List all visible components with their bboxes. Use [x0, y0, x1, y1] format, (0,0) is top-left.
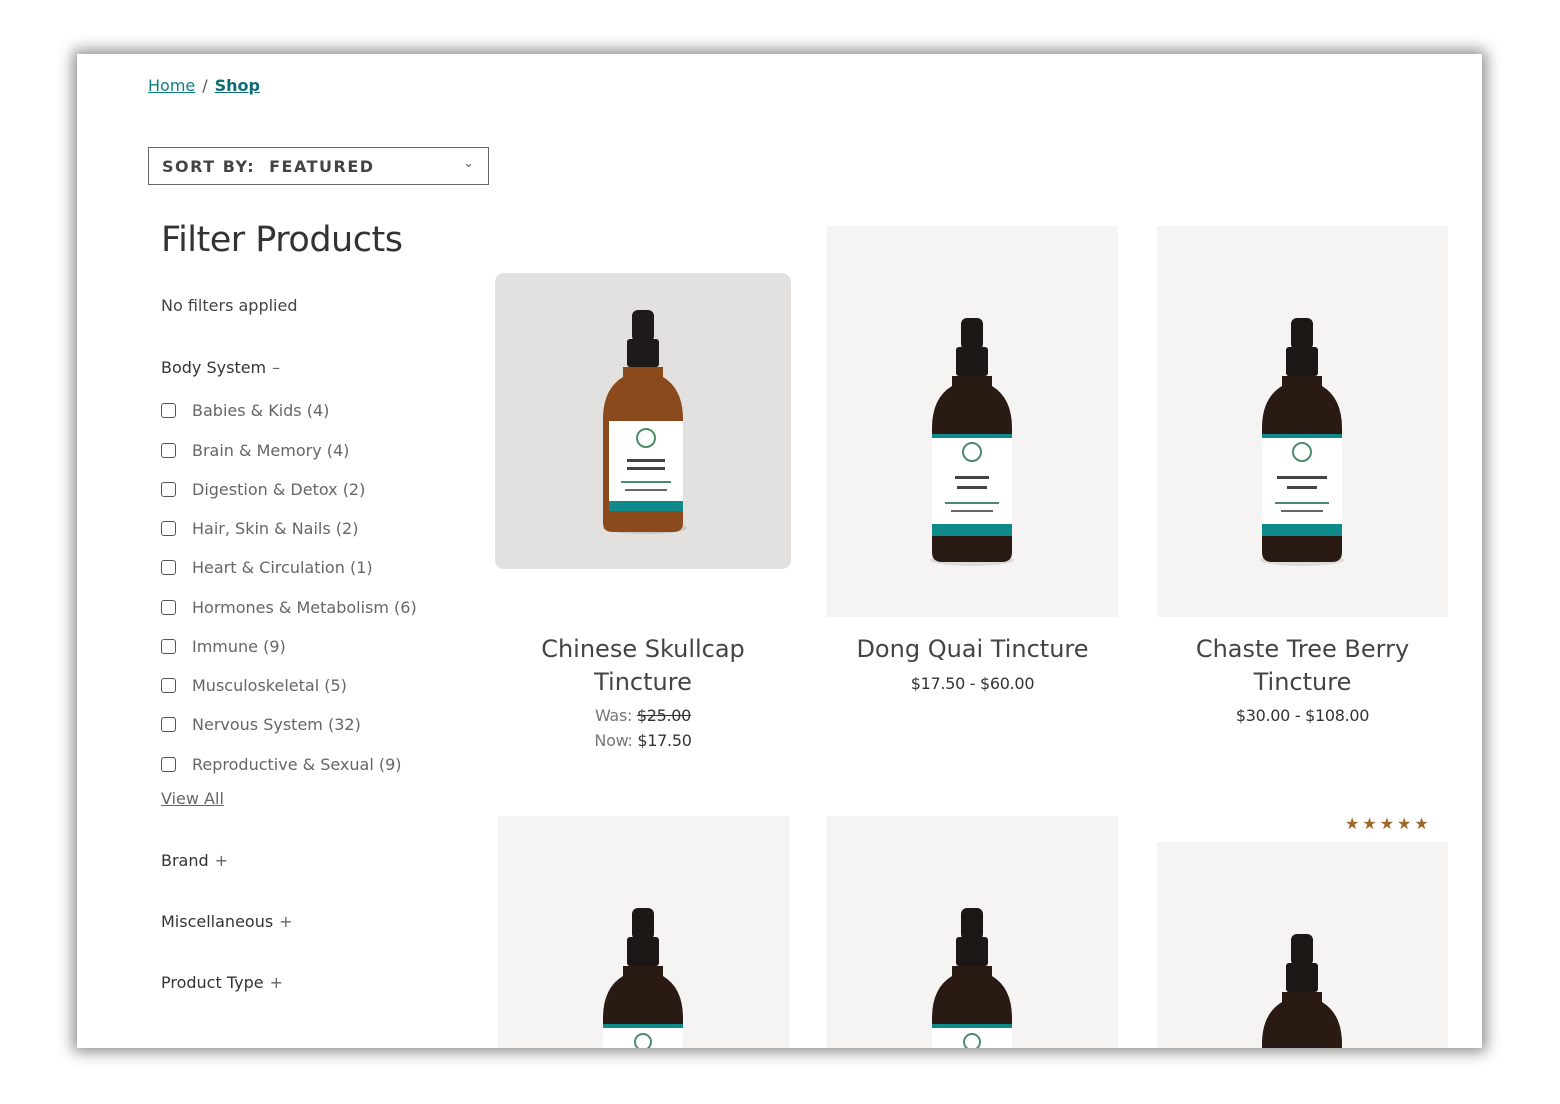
filter-checkbox-reproductive-sexual[interactable]: Reproductive & Sexual (9): [161, 753, 402, 775]
sort-value: FEATURED: [269, 156, 375, 176]
dark-bottle-image: [1260, 318, 1344, 566]
view-all-link[interactable]: View All: [161, 789, 224, 808]
title-line: Chaste Tree Berry: [1195, 635, 1410, 663]
filter-label: Babies & Kids (4): [192, 400, 330, 420]
filter-label: Reproductive & Sexual (9): [192, 754, 402, 774]
filter-checkbox-heart-circulation[interactable]: Heart & Circulation (1): [161, 556, 373, 578]
product-image-chaste-tree-berry[interactable]: [1157, 226, 1448, 617]
filter-label: Heart & Circulation (1): [192, 557, 373, 577]
filter-label: Nervous System (32): [192, 714, 361, 734]
checkbox-icon[interactable]: [161, 442, 176, 458]
checkbox-icon[interactable]: [161, 677, 176, 693]
sort-dropdown[interactable]: SORT BY: FEATURED ⌄: [148, 147, 489, 185]
product-title-dong-quai[interactable]: Dong Quai Tincture: [827, 633, 1118, 666]
dark-bottle-image: [1262, 934, 1342, 1048]
filter-checkbox-immune[interactable]: Immune (9): [161, 635, 286, 657]
product-image-row2-1[interactable]: [498, 816, 789, 1048]
was-price: $25.00: [636, 706, 692, 725]
section-heading: Brand: [161, 851, 209, 870]
breadcrumb: Home / Shop: [148, 76, 260, 95]
title-line: Dong Quai Tincture: [856, 635, 1089, 663]
breadcrumb-separator: /: [202, 76, 208, 95]
filter-label: Hormones & Metabolism (6): [192, 597, 417, 617]
filter-section-brand[interactable]: Brand +: [161, 851, 228, 870]
filter-checkbox-digestion-detox[interactable]: Digestion & Detox (2): [161, 478, 365, 500]
product-image-chinese-skullcap[interactable]: [495, 273, 791, 569]
product-title-chaste-tree-berry[interactable]: Chaste Tree Berry Tincture: [1157, 633, 1448, 699]
page-frame: Home / Shop SORT BY: FEATURED ⌄ Filter P…: [77, 54, 1482, 1048]
chevron-down-icon: ⌄: [463, 156, 474, 171]
section-heading: Miscellaneous: [161, 912, 274, 931]
filter-products-heading: Filter Products: [161, 220, 403, 260]
checkbox-icon[interactable]: [161, 716, 176, 732]
dark-bottle-image: [932, 908, 1012, 1048]
product-title-chinese-skullcap[interactable]: Chinese Skullcap Tincture: [495, 633, 791, 699]
filter-status: No filters applied: [161, 296, 298, 315]
sort-label: SORT BY:: [162, 156, 256, 176]
dark-bottle-image: [603, 908, 683, 1048]
product-price-dong-quai: $17.50 - $60.00: [910, 674, 1035, 693]
filter-checkbox-musculoskeletal[interactable]: Musculoskeletal (5): [161, 674, 347, 696]
checkbox-icon[interactable]: [161, 559, 176, 575]
section-heading: Product Type: [161, 973, 264, 992]
title-line: Tincture: [594, 668, 692, 696]
expand-plus-icon: +: [269, 973, 283, 992]
expand-plus-icon: +: [214, 851, 229, 870]
filter-checkbox-hair-skin-nails[interactable]: Hair, Skin & Nails (2): [161, 517, 358, 539]
filter-section-miscellaneous[interactable]: Miscellaneous +: [161, 912, 293, 931]
now-label: Now:: [594, 731, 633, 750]
title-line: Tincture: [1253, 668, 1352, 696]
section-heading: Body System: [161, 358, 267, 377]
product-image-row2-2[interactable]: [827, 816, 1118, 1048]
checkbox-icon[interactable]: [161, 520, 176, 536]
filter-section-body-system[interactable]: Body System –: [161, 358, 280, 377]
now-price-row: Now: $17.50: [495, 731, 791, 750]
expand-plus-icon: +: [279, 912, 293, 931]
star-rating: ★★★★★: [1345, 814, 1432, 833]
title-line: Chinese Skullcap: [541, 635, 745, 663]
product-image-dong-quai[interactable]: [827, 226, 1118, 617]
filter-label: Brain & Memory (4): [192, 440, 350, 460]
dark-bottle-image: [930, 318, 1014, 566]
checkbox-icon[interactable]: [161, 402, 176, 418]
filter-checkbox-hormones-metabolism[interactable]: Hormones & Metabolism (6): [161, 596, 417, 618]
now-price: $17.50: [637, 731, 692, 750]
filter-label: Musculoskeletal (5): [192, 675, 347, 695]
was-price-row: Was: $25.00: [495, 706, 791, 725]
filter-checkbox-babies-kids[interactable]: Babies & Kids (4): [161, 399, 329, 421]
checkbox-icon[interactable]: [161, 481, 176, 497]
filter-label: Digestion & Detox (2): [192, 479, 366, 499]
filter-checkbox-nervous-system[interactable]: Nervous System (32): [161, 713, 361, 735]
product-price-chaste-tree-berry: $30.00 - $108.00: [1235, 706, 1370, 725]
filter-section-product-type[interactable]: Product Type +: [161, 973, 283, 992]
breadcrumb-shop-link[interactable]: Shop: [215, 76, 260, 95]
breadcrumb-home-link[interactable]: Home: [148, 76, 195, 95]
product-price-chinese-skullcap: Was: $25.00 Now: $17.50: [495, 706, 791, 750]
filter-label: Hair, Skin & Nails (2): [192, 518, 359, 538]
filter-label: Immune (9): [192, 636, 286, 656]
checkbox-icon[interactable]: [161, 638, 176, 654]
amber-bottle-image: [603, 310, 687, 534]
was-label: Was:: [594, 706, 633, 725]
checkbox-icon[interactable]: [161, 599, 176, 615]
product-image-row2-3[interactable]: [1157, 842, 1448, 1048]
checkbox-icon[interactable]: [161, 756, 176, 772]
filter-checkbox-brain-memory[interactable]: Brain & Memory (4): [161, 439, 349, 461]
collapse-toggle-icon: –: [272, 358, 281, 377]
